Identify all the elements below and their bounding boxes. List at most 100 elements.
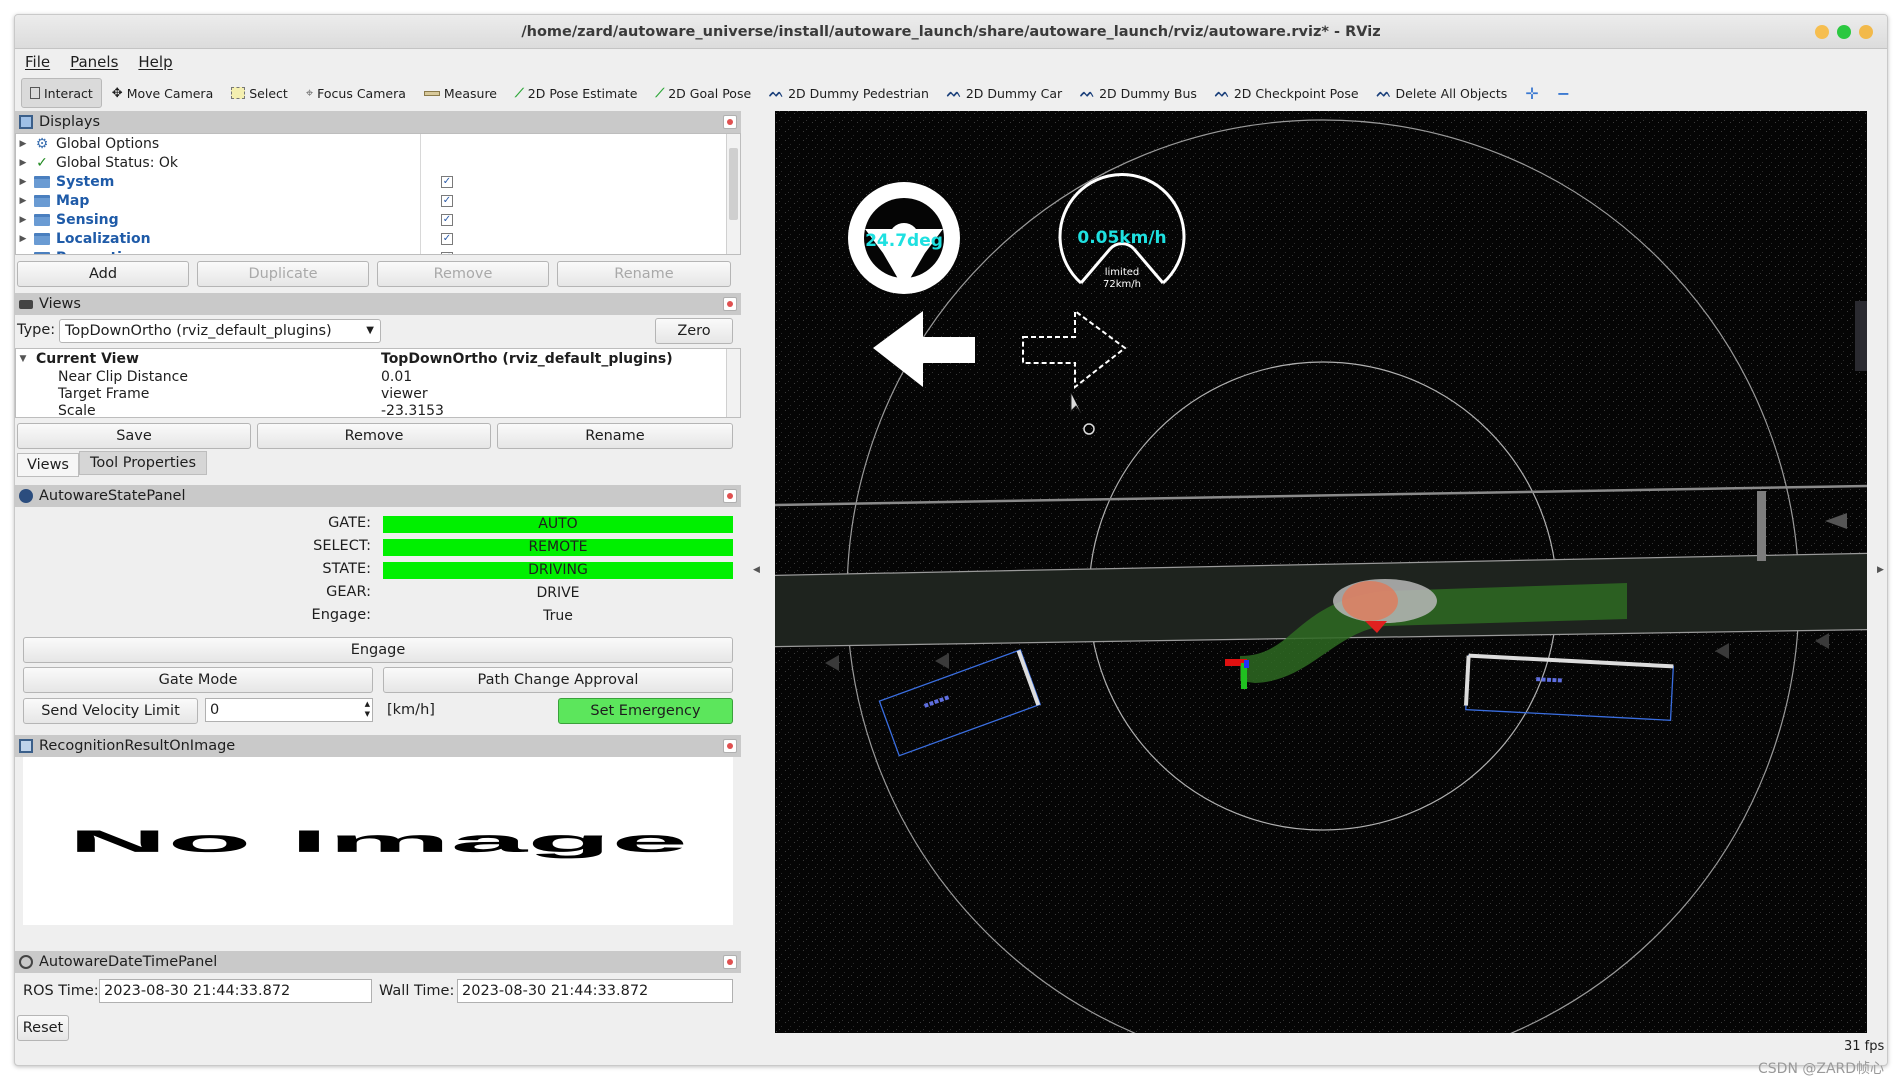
menu-file[interactable]: File — [25, 53, 50, 71]
current-view-row[interactable]: ▼ Current View TopDownOrtho (rviz_defaul… — [16, 349, 740, 368]
close-button[interactable] — [1859, 25, 1873, 39]
collapse-left-arrow-icon[interactable]: ◀ — [753, 565, 760, 575]
add-tool-button[interactable]: ✛ — [1517, 78, 1546, 108]
ros-time-field[interactable]: 2023-08-30 21:44:33.872 — [99, 979, 372, 1003]
rename-display-button[interactable]: Rename — [557, 261, 731, 287]
dummy-bus-label: 2D Dummy Bus — [1099, 85, 1197, 101]
view-property-row[interactable]: Scale -23.3153 — [16, 402, 740, 418]
expand-arrow-icon: ▼ — [19, 353, 27, 364]
expand-arrow-icon[interactable]: ▶ — [16, 253, 30, 255]
pose-estimate-tool-button[interactable]: ⟋ 2D Pose Estimate — [507, 78, 645, 108]
add-display-button[interactable]: Add — [17, 261, 189, 287]
state-value: REMOTE — [383, 539, 733, 556]
speed-limit-line2: 72km/h — [1103, 279, 1141, 290]
green-arrow-icon: ⟋ — [655, 85, 665, 100]
display-enable-checkbox[interactable]: ✓ — [441, 213, 453, 226]
remove-view-button[interactable]: Remove — [257, 423, 491, 449]
move-camera-tool-button[interactable]: ✥ Move Camera — [104, 78, 221, 108]
reset-button[interactable]: Reset — [17, 1015, 69, 1041]
close-panel-icon[interactable] — [723, 955, 737, 969]
property-value: viewer — [381, 385, 428, 402]
render-viewport[interactable]: ▪▪▪▪▪ ▪▪▪▪▪ 24.7deg 0.05km/h limited 72k… — [775, 111, 1867, 1033]
display-row[interactable]: ▶ Localization ✓ — [16, 229, 716, 248]
crosshair-icon: ⌖ — [305, 85, 314, 101]
display-row[interactable]: ▶ Sensing ✓ — [16, 210, 716, 229]
path-change-approval-button[interactable]: Path Change Approval — [383, 667, 733, 693]
expand-arrow-icon[interactable]: ▶ — [16, 215, 30, 225]
save-view-button[interactable]: Save — [17, 423, 251, 449]
close-panel-icon[interactable] — [723, 489, 737, 503]
minimize-button[interactable] — [1815, 25, 1829, 39]
zero-button[interactable]: Zero — [655, 318, 733, 344]
dummy-pedestrian-tool-button[interactable]: ᨓ 2D Dummy Pedestrian — [761, 78, 937, 108]
goal-pose-tool-button[interactable]: ⟋ 2D Goal Pose — [647, 78, 759, 108]
display-label: Global Options — [56, 135, 160, 152]
display-label: Localization — [56, 230, 151, 247]
display-row[interactable]: ▶ System ✓ — [16, 172, 716, 191]
camera-icon — [19, 299, 33, 309]
gate-mode-button[interactable]: Gate Mode — [23, 667, 373, 693]
view-property-row[interactable]: Target Frame viewer — [16, 385, 740, 402]
property-name: Target Frame — [58, 385, 150, 402]
close-panel-icon[interactable] — [723, 115, 737, 129]
view-property-row[interactable]: Near Clip Distance 0.01 — [16, 368, 740, 385]
expand-arrow-icon[interactable]: ▶ — [16, 158, 30, 168]
checkpoint-pose-tool-button[interactable]: ᨓ 2D Checkpoint Pose — [1207, 78, 1367, 108]
speed-text: 0.05km/h — [1077, 228, 1166, 248]
measure-tool-button[interactable]: Measure — [416, 78, 505, 108]
set-emergency-button[interactable]: Set Emergency — [558, 698, 733, 724]
velocity-limit-value: 0 — [210, 702, 220, 718]
display-enable-checkbox[interactable]: ✓ — [441, 232, 453, 245]
expand-arrow-icon[interactable]: ▶ — [16, 139, 30, 149]
delete-all-objects-tool-button[interactable]: ᨓ Delete All Objects — [1369, 78, 1516, 108]
menu-panels[interactable]: Panels — [70, 53, 118, 71]
select-tool-button[interactable]: Select — [223, 78, 296, 108]
expand-arrow-icon[interactable]: ▶ — [16, 234, 30, 244]
send-velocity-limit-button[interactable]: Send Velocity Limit — [23, 698, 198, 724]
tab-views[interactable]: Views — [17, 453, 79, 477]
maximize-button[interactable] — [1837, 25, 1851, 39]
display-row[interactable]: ▶ Perception ✓ — [16, 248, 716, 255]
spin-arrows-icon[interactable]: ▲ ▼ — [365, 699, 370, 719]
dummy-bus-tool-button[interactable]: ᨓ 2D Dummy Bus — [1072, 78, 1205, 108]
display-row[interactable]: ▶ ⚙ Global Options — [16, 134, 716, 153]
wall-time-label: Wall Time: — [379, 983, 455, 999]
display-enable-checkbox[interactable]: ✓ — [441, 251, 453, 254]
remove-display-button[interactable]: Remove — [377, 261, 549, 287]
engage-button[interactable]: Engage — [23, 637, 733, 663]
duplicate-display-button[interactable]: Duplicate — [197, 261, 369, 287]
menu-help[interactable]: Help — [138, 53, 172, 71]
wall-time-field[interactable]: 2023-08-30 21:44:33.872 — [457, 979, 733, 1003]
dummy-car-tool-button[interactable]: ᨓ 2D Dummy Car — [939, 78, 1070, 108]
display-enable-checkbox[interactable]: ✓ — [441, 175, 453, 188]
recognition-image-area: No Image — [23, 757, 733, 925]
displays-title: Displays — [39, 114, 101, 130]
measure-label: Measure — [443, 85, 497, 101]
velocity-limit-spinbox[interactable]: 0 ▲ ▼ — [205, 698, 373, 722]
folder-icon — [34, 251, 50, 254]
autoware-logo-icon: ᨓ — [769, 85, 785, 100]
interact-tool-button[interactable]: Interact — [21, 78, 102, 108]
green-arrow-icon: ⟋ — [515, 85, 524, 100]
expand-arrow-icon[interactable]: ▶ — [16, 196, 30, 206]
current-view-label: Current View — [36, 350, 139, 367]
display-enable-checkbox[interactable]: ✓ — [441, 194, 453, 207]
collapse-right-arrow-icon[interactable]: ▶ — [1877, 565, 1884, 575]
view-properties-scrollbar[interactable] — [726, 349, 740, 417]
datetime-title: AutowareDateTimePanel — [39, 954, 218, 970]
views-panel-header: Views — [15, 293, 741, 315]
display-label: Perception — [56, 250, 142, 255]
display-row[interactable]: ▶ Map ✓ — [16, 191, 716, 210]
displays-scrollbar[interactable] — [726, 134, 740, 254]
close-panel-icon[interactable] — [723, 297, 737, 311]
scene-canvas[interactable]: ▪▪▪▪▪ ▪▪▪▪▪ 24.7deg 0.05km/h limited 72k… — [775, 111, 1867, 1033]
focus-camera-tool-button[interactable]: ⌖ Focus Camera — [298, 78, 414, 108]
display-row[interactable]: ▶ ✓ Global Status: Ok — [16, 153, 716, 172]
panel-handle — [1855, 301, 1867, 371]
tab-tool-properties[interactable]: Tool Properties — [79, 451, 207, 475]
remove-tool-button[interactable]: − — [1549, 78, 1578, 108]
expand-arrow-icon[interactable]: ▶ — [16, 177, 30, 187]
folder-icon — [34, 213, 50, 226]
rename-view-button[interactable]: Rename — [497, 423, 733, 449]
view-type-select[interactable]: TopDownOrtho (rviz_default_plugins) ▼ — [59, 319, 381, 343]
